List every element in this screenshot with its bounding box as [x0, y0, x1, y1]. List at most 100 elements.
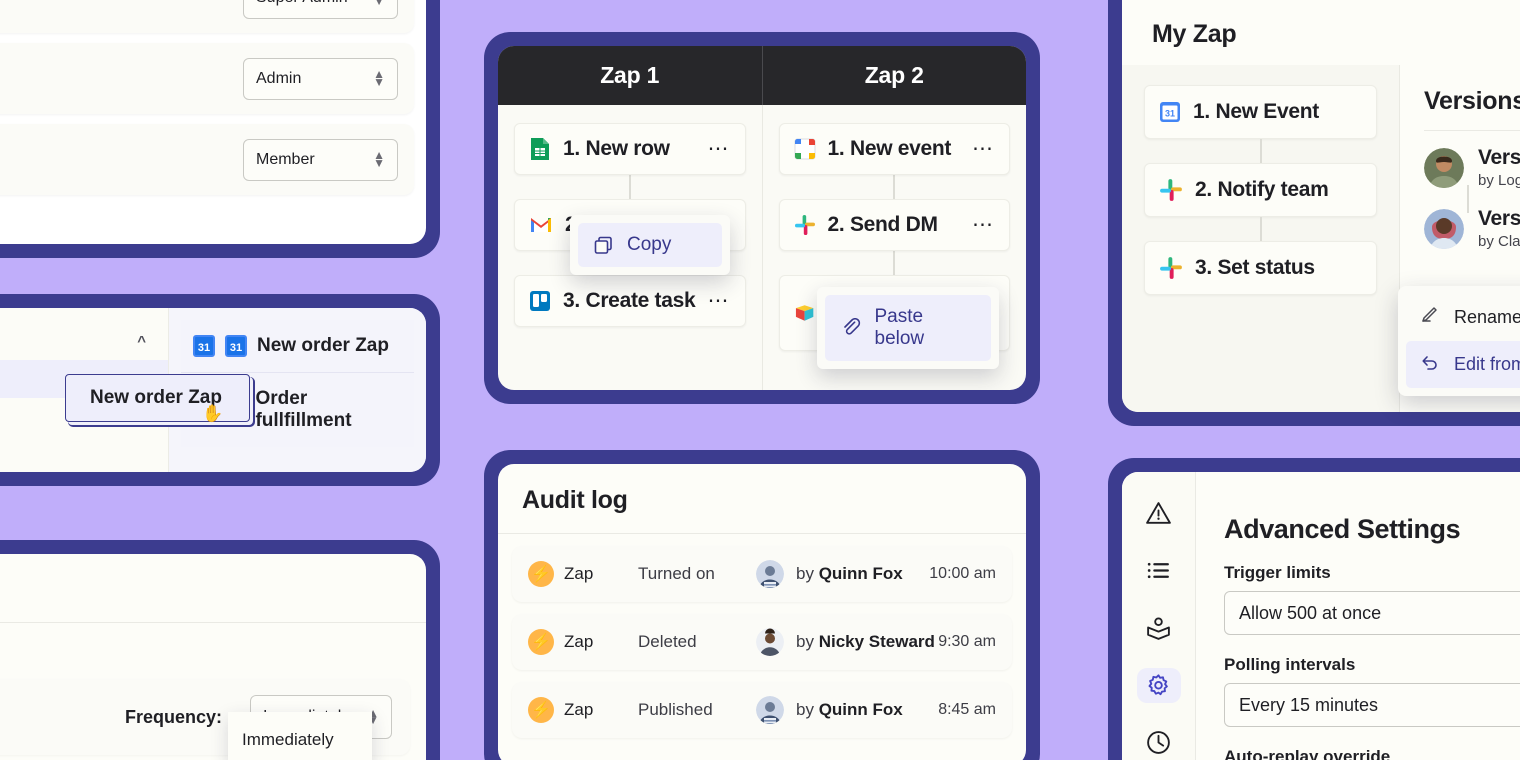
polling-intervals-input[interactable]: Every 15 minutes [1224, 683, 1520, 727]
role-select[interactable]: Admin ▲ ▼ [243, 57, 398, 100]
copy-menu-item[interactable]: Copy [578, 223, 722, 267]
zap-step[interactable]: 3. Set status [1144, 241, 1377, 295]
audit-log-card: Audit log ⚡ Zap Turned on by Quinn Fox 1… [484, 450, 1040, 760]
step-label: 1. New row [563, 137, 670, 160]
list-icon[interactable] [1137, 553, 1181, 588]
section-subtitle: otification rule [0, 623, 426, 671]
chevron-up-icon[interactable]: ^ [137, 333, 146, 350]
step-label: 1. New Event [1193, 100, 1319, 123]
avatar [1424, 208, 1464, 249]
trigger-limits-label: Trigger limits [1224, 563, 1331, 582]
members-card: ey Howard y@website.com Super Admin ▲▼ c… [0, 0, 440, 258]
audit-time: 8:45 am [938, 701, 996, 718]
table-row[interactable]: ⚡ Zap Published by Quinn Fox 8:45 am [512, 682, 1012, 738]
auto-replay-override-label: Auto-replay override [1224, 747, 1391, 760]
chevron-updown-icon: ▲▼ [373, 67, 385, 89]
zap-step[interactable]: 3. Create task ⋯ [514, 275, 746, 327]
page-title: Audit log [522, 486, 628, 514]
list-item[interactable]: 31 31 New order Zap [181, 320, 414, 373]
clock-icon[interactable] [1137, 725, 1181, 760]
audit-kind: Zap [564, 632, 594, 651]
gear-icon[interactable] [1136, 667, 1181, 703]
role-value: Super Admin [256, 0, 348, 7]
zap-step[interactable]: 2. Notify team [1144, 163, 1377, 217]
advanced-settings-card: Advanced Settings Trigger limits Allow 5… [1108, 458, 1520, 760]
chevron-updown-icon: ▲▼ [373, 0, 385, 8]
step-label: 3. Set status [1195, 256, 1315, 279]
avatar [1424, 147, 1464, 188]
more-dots-icon[interactable]: ⋯ [972, 138, 995, 158]
screenshot-stage: ey Howard y@website.com Super Admin ▲▼ c… [0, 0, 1520, 760]
copy-icon [594, 236, 613, 255]
list-item[interactable]: Versio by Clarke [1424, 198, 1520, 259]
folders-card: ounting ^ rders 🖿 Invo ^ 31 31 Ne [0, 294, 440, 486]
paste-below-menu-item[interactable]: Paste below [824, 295, 991, 361]
more-dots-icon[interactable]: ⋯ [708, 138, 731, 158]
page-title: tifications settings [0, 554, 426, 622]
copy-context-menu[interactable]: Copy [570, 215, 730, 275]
zap-bolt-icon: ⚡ [528, 561, 554, 587]
list-item[interactable]: Versio by Logan [1424, 137, 1520, 213]
version-name: Versio [1478, 146, 1520, 169]
trigger-limits-input[interactable]: Allow 500 at once [1224, 591, 1520, 635]
role-select[interactable]: Super Admin ▲▼ [243, 0, 398, 19]
zap-step[interactable]: 31 1. New Event [1144, 85, 1377, 139]
slack-icon [794, 215, 815, 235]
version-name: Versio [1478, 207, 1520, 230]
gmail-icon [531, 218, 551, 232]
audit-action: Deleted [638, 632, 697, 651]
table-row[interactable]: cky Steward ky@website.com Admin ▲▼ [0, 43, 414, 114]
notifications-settings-card: tifications settings otification rule ap… [0, 540, 440, 760]
folder-group-collapse[interactable]: ^ [0, 446, 168, 472]
warning-triangle-icon[interactable] [1137, 496, 1181, 531]
trello-icon [530, 291, 550, 311]
audit-kind: Zap [564, 700, 594, 719]
audit-by: by Quinn Fox [796, 564, 903, 583]
slack-icon [1160, 179, 1182, 201]
zap-columns-header: Zap 1 Zap 2 [498, 46, 1026, 105]
more-dots-icon[interactable]: ⋯ [972, 214, 995, 234]
audit-time: 9:30 am [938, 633, 996, 650]
undo-icon [1420, 352, 1440, 377]
rename-version-menu-item[interactable]: Rename v [1406, 294, 1520, 341]
edit-from-version-menu-item[interactable]: Edit from [1406, 341, 1520, 388]
table-row[interactable]: rker McKinney rker@zapier.com Member ▲▼ [0, 124, 414, 195]
grabbing-hand-cursor-icon: ✋ [202, 404, 224, 423]
zap-step[interactable]: 1. New row ⋯ [514, 123, 746, 175]
frequency-label: Frequency: [124, 706, 222, 727]
version-author: by Logan [1478, 172, 1520, 189]
role-value: Admin [256, 69, 302, 87]
table-row[interactable]: ey Howard y@website.com Super Admin ▲▼ [0, 0, 414, 33]
frequency-dropdown-menu[interactable]: Immediately [228, 712, 372, 760]
role-select[interactable]: Member ▲ ▼ [243, 138, 398, 181]
table-row[interactable]: ⚡ Zap Turned on by Quinn Fox 10:00 am [512, 546, 1012, 602]
paste-context-menu[interactable]: Paste below [816, 287, 999, 369]
rename-version-label: Rename v [1454, 307, 1520, 327]
zap-step[interactable]: 1. New event ⋯ [778, 123, 1010, 175]
google-calendar-icon [794, 138, 815, 160]
divider [1424, 130, 1520, 131]
folder-group-accounting[interactable]: ounting ^ [0, 322, 168, 360]
dropdown-option[interactable]: Immediately [228, 722, 372, 758]
zap-step[interactable]: 2. Send DM ⋯ [778, 199, 1010, 251]
table-row[interactable]: ⚡ Zap Deleted by Nicky Steward 9:30 am [512, 614, 1012, 670]
pencil-icon [1420, 305, 1440, 330]
google-calendar-icon: 31 [225, 335, 247, 357]
step-connector [628, 175, 631, 199]
role-value: Member [256, 150, 315, 168]
chevron-updown-icon: ▲▼ [373, 148, 385, 170]
version-author: by Clarke [1478, 233, 1520, 250]
zap-title: New order Zap [257, 335, 389, 356]
learn-book-icon[interactable] [1137, 610, 1181, 645]
google-calendar-icon: 31 [193, 335, 215, 357]
my-zap-versions-card: My Zap 31 1. New Event 2. Notify team 3.… [1108, 0, 1520, 426]
zap-1-column: 1. New row ⋯ 2. Send email ⋯ [498, 105, 762, 390]
google-sheets-icon [531, 138, 549, 160]
slack-icon [1160, 257, 1182, 279]
avatar [756, 696, 784, 724]
version-context-menu[interactable]: Rename v Edit from [1398, 286, 1520, 396]
step-label: 2. Send DM [827, 213, 938, 236]
paste-label: Paste below [874, 306, 925, 349]
more-dots-icon[interactable]: ⋯ [708, 290, 731, 310]
paste-icon [841, 318, 861, 338]
